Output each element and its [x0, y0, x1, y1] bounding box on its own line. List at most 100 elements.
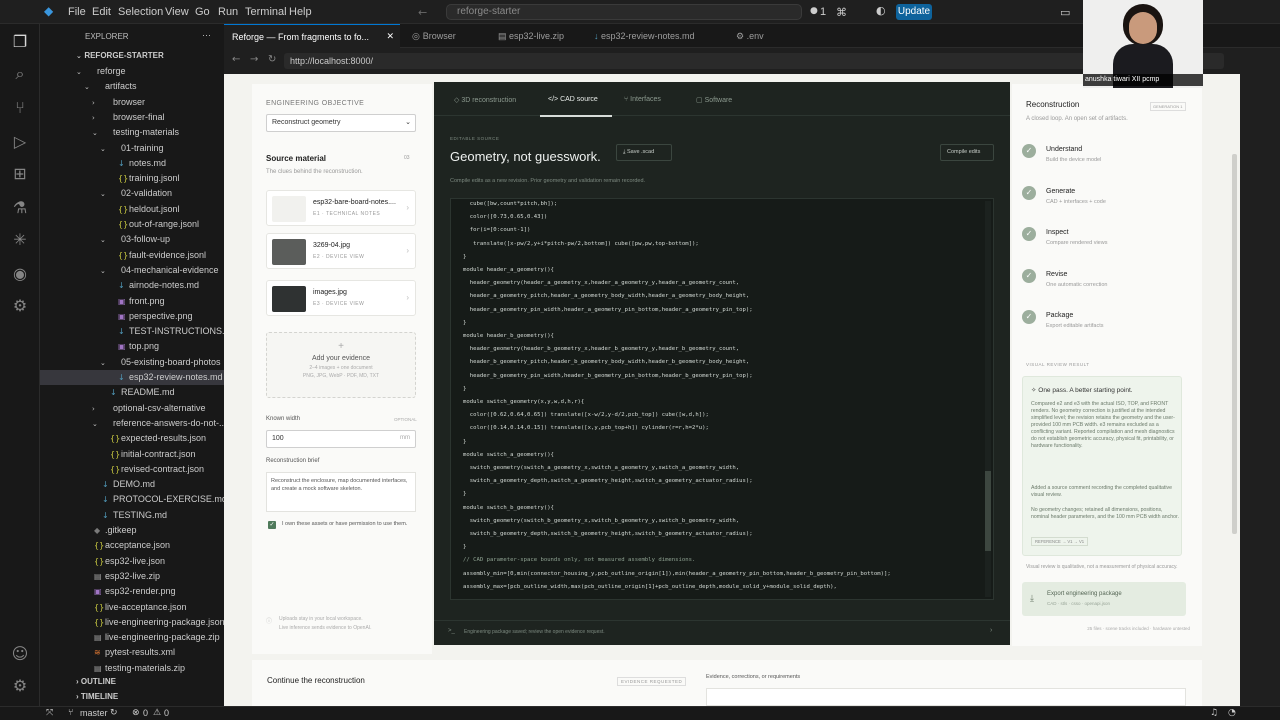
- tree-item[interactable]: › browser-final: [40, 110, 224, 125]
- ai-icon[interactable]: ✳: [10, 230, 30, 250]
- tree-item[interactable]: {}live-engineering-package.json: [40, 615, 225, 630]
- compile-button[interactable]: Compile edits: [940, 144, 994, 161]
- tree-item[interactable]: ≋ pytest-results.xml: [40, 645, 224, 660]
- menu-file[interactable]: File: [68, 6, 86, 18]
- outline-section[interactable]: › OUTLINE: [76, 677, 116, 686]
- layout-icon[interactable]: ▭: [1060, 6, 1070, 19]
- tree-item[interactable]: ↓ esp32-review-notes.md: [40, 370, 224, 385]
- tree-item[interactable]: ◆ .gitkeep: [40, 523, 224, 538]
- page-scrollbar-thumb[interactable]: [1232, 154, 1237, 534]
- search-icon[interactable]: ⌕: [10, 64, 30, 84]
- tree-item[interactable]: ↓ notes.md: [40, 156, 224, 171]
- back-icon[interactable]: ←: [232, 54, 240, 65]
- tree-item[interactable]: ⌄ 04-mechanical-evidence: [40, 263, 224, 278]
- tab-env[interactable]: ⚙ .env: [728, 24, 788, 48]
- testing-icon[interactable]: ⚗: [10, 198, 30, 218]
- explorer-icon[interactable]: ❐: [10, 32, 30, 52]
- forward-icon[interactable]: →: [250, 54, 258, 65]
- tree-item[interactable]: › optional-csv-alternative: [40, 401, 224, 416]
- settings-gear-icon[interactable]: ⚙: [10, 676, 30, 696]
- tab-browser[interactable]: ◎ Browser: [404, 24, 488, 48]
- tree-item[interactable]: {}live-acceptance.json: [40, 600, 224, 615]
- notifications-icon[interactable]: ♫: [1210, 708, 1218, 718]
- consent-checkbox[interactable]: ✓: [268, 521, 276, 529]
- menu-selection[interactable]: Selection: [118, 6, 163, 18]
- tree-item[interactable]: {}revised-contract.json: [40, 462, 224, 477]
- add-evidence-dropzone[interactable]: + Add your evidence 2–4 images + one doc…: [266, 332, 416, 398]
- tree-item[interactable]: › browser: [40, 95, 224, 110]
- tree-item[interactable]: ⌄ artifacts: [40, 79, 224, 94]
- run-debug-icon[interactable]: ▷: [10, 132, 30, 152]
- tree-item[interactable]: ↓ airnode-notes.md: [40, 278, 224, 293]
- tree-item[interactable]: ⌄ 05-existing-board-photos: [40, 355, 224, 370]
- tree-item[interactable]: {}heldout.jsonl: [40, 202, 224, 217]
- file-card-notes[interactable]: esp32-bare-board-notes.... E1 · TECHNICAL…: [266, 190, 416, 226]
- chevron-right-icon[interactable]: ›: [990, 627, 992, 634]
- tab-review-notes[interactable]: ↓ esp32-review-notes.md: [586, 24, 732, 48]
- tab-cad-source[interactable]: </> CAD source: [548, 96, 598, 103]
- source-control-icon[interactable]: ⑂: [10, 98, 30, 118]
- file-card-3269[interactable]: 3269-04.jpg E2 · DEVICE VIEW ›: [266, 233, 416, 269]
- tab-software[interactable]: ▢ Software: [696, 96, 732, 104]
- tree-item[interactable]: ⌄ reforge: [40, 64, 224, 79]
- tree-item[interactable]: ▤ live-engineering-package.zip: [40, 630, 224, 645]
- tree-item[interactable]: ↓ README.md: [40, 385, 224, 400]
- tree-item[interactable]: ↓ TESTING.md: [40, 508, 224, 523]
- tree-item[interactable]: ▣ front.png: [40, 294, 224, 309]
- width-input[interactable]: 100 mm: [266, 430, 416, 448]
- branch-name[interactable]: master: [80, 708, 108, 718]
- timeline-section[interactable]: › TIMELINE: [76, 692, 118, 701]
- bell-icon[interactable]: ◔: [1228, 708, 1236, 718]
- tree-item[interactable]: {}out-of-range.jsonl: [40, 217, 224, 232]
- extensions-icon[interactable]: ⊞: [10, 164, 30, 184]
- account-icon[interactable]: ◐: [876, 4, 886, 17]
- tab-reforge[interactable]: Reforge — From fragments to fo... ✕: [224, 24, 400, 48]
- update-button[interactable]: Update: [896, 4, 932, 20]
- tab-3d-reconstruction[interactable]: ◇ 3D reconstruction: [454, 96, 516, 104]
- objective-select[interactable]: Reconstruct geometry ⌄: [266, 114, 416, 132]
- tree-item[interactable]: {}expected-results.json: [40, 431, 224, 446]
- tree-item[interactable]: {}esp32-live.json: [40, 554, 224, 569]
- scrollbar-thumb[interactable]: [985, 471, 991, 551]
- sync-icon[interactable]: ↻: [110, 708, 118, 718]
- github-icon[interactable]: ◉: [10, 264, 30, 284]
- workspace-root[interactable]: ⌄ REFORGE-STARTER: [76, 51, 164, 60]
- file-card-images[interactable]: images.jpg E3 · DEVICE VIEW ›: [266, 280, 416, 316]
- tree-item[interactable]: {}training.jsonl: [40, 171, 224, 186]
- accounts-icon[interactable]: ☺: [10, 644, 30, 664]
- scrollbar[interactable]: [985, 201, 991, 597]
- back-arrow-icon[interactable]: ←: [418, 6, 427, 19]
- tree-item[interactable]: ⌄ testing-materials: [40, 125, 224, 140]
- tree-item[interactable]: ▣ esp32-render.png: [40, 584, 224, 599]
- tree-item[interactable]: ⌄ 02-validation: [40, 186, 224, 201]
- menu-go[interactable]: Go: [195, 6, 210, 18]
- tree-item[interactable]: {}acceptance.json: [40, 538, 224, 553]
- tree-item[interactable]: {}fault-evidence.jsonl: [40, 248, 224, 263]
- tree-item[interactable]: ⌄ reference-answers-do-not-...: [40, 416, 227, 431]
- evidence-input[interactable]: [706, 688, 1186, 706]
- page-scrollbar[interactable]: [1229, 74, 1240, 706]
- chat-icon[interactable]: ⌘: [836, 6, 847, 19]
- menu-run[interactable]: Run: [218, 6, 238, 18]
- menu-help[interactable]: Help: [289, 6, 312, 18]
- remote-icon[interactable]: ⤧: [46, 708, 53, 718]
- tree-item[interactable]: ⌄ 01-training: [40, 141, 224, 156]
- reload-icon[interactable]: ↻: [268, 54, 276, 65]
- brief-textarea[interactable]: Reconstruct the enclosure, map documente…: [266, 472, 416, 512]
- tab-esp32-live-zip[interactable]: ▤ esp32-live.zip: [490, 24, 586, 48]
- tree-item[interactable]: ↓ TEST-INSTRUCTIONS.md: [40, 324, 237, 339]
- tree-item[interactable]: ▣ top.png: [40, 339, 224, 354]
- tab-interfaces[interactable]: ⑂ Interfaces: [624, 96, 661, 103]
- tree-item[interactable]: ▣ perspective.png: [40, 309, 224, 324]
- python-icon[interactable]: ⚙: [10, 296, 30, 316]
- tree-item[interactable]: ⌄ 03-follow-up: [40, 232, 224, 247]
- tree-item[interactable]: ▤ esp32-live.zip: [40, 569, 224, 584]
- warning-count[interactable]: 0: [164, 708, 169, 718]
- close-icon[interactable]: ✕: [386, 25, 394, 49]
- tree-item[interactable]: ↓ DEMO.md: [40, 477, 224, 492]
- tree-item[interactable]: ▤ testing-materials.zip: [40, 661, 224, 676]
- command-search[interactable]: reforge-starter: [446, 4, 802, 20]
- error-count[interactable]: 0: [143, 708, 148, 718]
- menu-edit[interactable]: Edit: [92, 6, 111, 18]
- save-scad-button[interactable]: ⤓ Save .scad: [616, 144, 672, 161]
